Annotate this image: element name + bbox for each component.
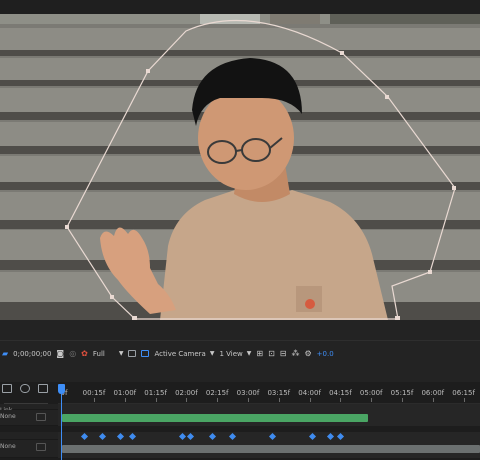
chevron-down-icon: ▼ bbox=[118, 350, 124, 357]
region-icon[interactable] bbox=[128, 350, 137, 357]
timeline-switches bbox=[2, 384, 48, 393]
ruler-label: 01:15f bbox=[144, 389, 167, 397]
ruler-label: 04:00f bbox=[298, 389, 321, 397]
grid-guides-icon[interactable]: ⊡ bbox=[268, 349, 275, 358]
roi-icon[interactable]: ⊞ bbox=[256, 349, 263, 358]
exposure-value[interactable]: +0.0 bbox=[317, 350, 334, 358]
camera-view-value: Active Camera bbox=[154, 349, 206, 358]
viewer-pasteboard bbox=[0, 320, 480, 340]
time-ruler[interactable]: 0f 00:15f01:00f01:15f02:00f02:15f03:00f0… bbox=[58, 384, 480, 402]
layer-track[interactable] bbox=[58, 432, 480, 441]
timeline-panel: 0f 00:15f01:00f01:15f02:00f02:15f03:00f0… bbox=[0, 366, 480, 460]
ruler-tick bbox=[248, 398, 249, 402]
ruler-tick bbox=[186, 398, 188, 402]
playhead-line[interactable] bbox=[61, 384, 62, 460]
layer-row[interactable] bbox=[0, 432, 480, 441]
composition-viewer[interactable] bbox=[0, 0, 480, 340]
view-layout-value: 1 View bbox=[219, 349, 243, 358]
ruler-label: 06:15f bbox=[452, 389, 475, 397]
layer-controls: None bbox=[0, 410, 58, 426]
comp-flowchart-icon[interactable]: ⁂ bbox=[292, 349, 300, 358]
transparency-grid-icon[interactable] bbox=[141, 350, 150, 357]
ruler-tick bbox=[217, 398, 219, 402]
keyframe[interactable] bbox=[186, 432, 195, 441]
layer-track[interactable] bbox=[58, 410, 480, 426]
layer-track[interactable] bbox=[58, 440, 480, 458]
parent-select[interactable] bbox=[36, 413, 46, 421]
footage-frame bbox=[0, 14, 480, 320]
parent-select[interactable] bbox=[36, 443, 46, 451]
keyframe[interactable] bbox=[336, 432, 345, 441]
ruler-tick bbox=[402, 398, 403, 402]
ruler-tick bbox=[432, 398, 434, 402]
ruler-tick bbox=[309, 398, 311, 402]
timecode-display[interactable]: 0;00;00;00 bbox=[13, 350, 51, 358]
layer-controls: None bbox=[0, 440, 58, 458]
keyframe[interactable] bbox=[326, 432, 335, 441]
layer-duration-bar[interactable] bbox=[62, 414, 368, 422]
ruler-label: 01:00f bbox=[113, 389, 137, 397]
ruler-tick bbox=[94, 398, 95, 402]
ruler-label: 05:15f bbox=[390, 389, 414, 397]
3d-view-icon[interactable]: ⊟ bbox=[280, 349, 287, 358]
chevron-down-icon: ▼ bbox=[209, 350, 215, 357]
timeline-header bbox=[0, 366, 480, 382]
ruler-tick bbox=[371, 398, 373, 402]
viewer-control-bar: ▰ 0;00;00;00 ◙ ◎ ✿ Full ▼ Active Camera … bbox=[0, 340, 480, 366]
ruler-label: 00:15f bbox=[82, 389, 106, 397]
keyframe[interactable] bbox=[128, 432, 137, 441]
keyframe[interactable] bbox=[178, 432, 187, 441]
layer-duration-bar[interactable] bbox=[62, 445, 480, 453]
ruler-tick bbox=[463, 398, 465, 402]
fast-previews-icon[interactable]: ⚙ bbox=[305, 349, 312, 358]
keyframe[interactable] bbox=[80, 432, 89, 441]
render-queue-icon[interactable] bbox=[2, 384, 12, 393]
keyframe[interactable] bbox=[228, 432, 237, 441]
camera-view-select[interactable]: Active Camera ▼ bbox=[154, 350, 214, 358]
layer-row[interactable]: None bbox=[0, 410, 480, 426]
keyframe[interactable] bbox=[308, 432, 317, 441]
color-channel-icon[interactable]: ✿ bbox=[81, 349, 88, 358]
ruler-label: 06:00f bbox=[421, 389, 445, 397]
ruler-label: 02:00f bbox=[175, 389, 198, 397]
view-layout-select[interactable]: 1 View ▼ bbox=[219, 350, 251, 358]
graph-editor-icon[interactable] bbox=[38, 384, 48, 393]
layer-parent-label[interactable]: None bbox=[0, 443, 16, 450]
ruler-tick bbox=[278, 398, 280, 402]
ruler-label: 02:15f bbox=[205, 389, 229, 397]
layer-controls bbox=[0, 432, 58, 440]
resolution-value: Full bbox=[92, 349, 105, 358]
ruler-tick bbox=[340, 398, 342, 402]
ruler-tick bbox=[124, 398, 126, 402]
snapshot-icon[interactable]: ◎ bbox=[69, 349, 76, 358]
resolution-select[interactable]: Full ▼ bbox=[93, 350, 124, 358]
ruler-tick bbox=[155, 398, 157, 402]
keyframe[interactable] bbox=[208, 432, 217, 441]
keyframe[interactable] bbox=[268, 432, 277, 441]
link-icon[interactable] bbox=[20, 384, 30, 393]
ruler-label: 03:00f bbox=[236, 389, 260, 397]
comp-marker-icon[interactable]: ▰ bbox=[2, 349, 8, 358]
keyframe[interactable] bbox=[98, 432, 107, 441]
layer-row[interactable]: None bbox=[0, 440, 480, 458]
ruler-label: 03:15f bbox=[267, 389, 291, 397]
ruler-label: 05:00f bbox=[359, 389, 383, 397]
layer-parent-label[interactable]: None bbox=[0, 413, 16, 420]
ruler-label: 04:15f bbox=[329, 389, 352, 397]
keyframe[interactable] bbox=[116, 432, 125, 441]
chevron-down-icon: ▼ bbox=[246, 350, 252, 357]
camera-icon[interactable]: ◙ bbox=[56, 349, 64, 358]
